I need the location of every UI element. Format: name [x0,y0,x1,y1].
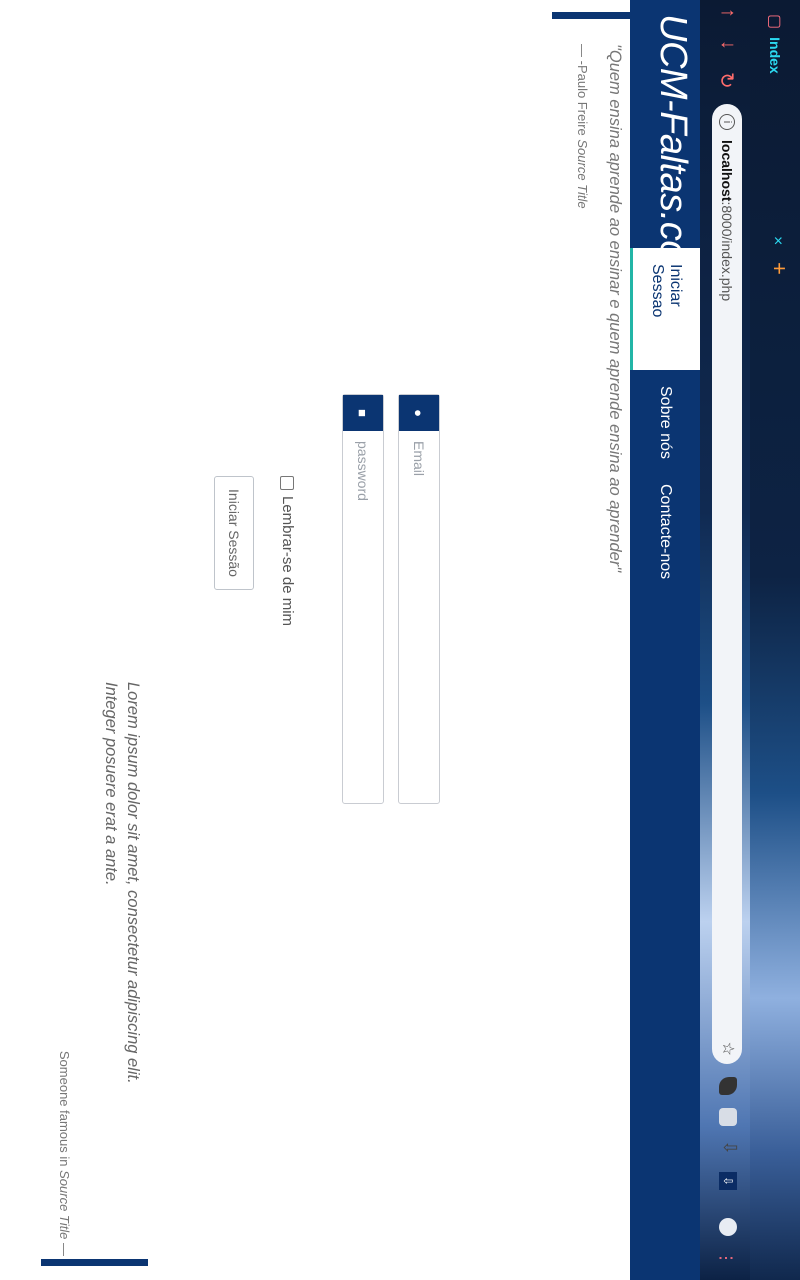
remember-label: Lembrar-se de mim [279,496,296,627]
extension-arrow-icon[interactable]: ⇩ [720,1140,740,1158]
user-icon: ● [399,395,439,431]
password-input[interactable] [343,431,383,821]
browser-menu-icon[interactable]: ⋮ [716,1250,736,1267]
browser-toolbar: ↑ ↓ ↻ i localhost:8000/index.php ☆ ⇩ ⇩ ⋮ [700,0,750,1280]
quote-source: — -Paulo Freire Source Title [575,44,590,209]
remember-me[interactable]: Lembrar-se de mim [279,476,296,626]
nav-link-contact[interactable]: Contacte-nos [630,468,700,595]
url-text: localhost:8000/index.php [719,140,735,301]
quote-text: "Quem ensina aprende ao ensinar e quem a… [606,44,624,573]
site-info-icon[interactable]: i [719,114,735,130]
quote-source-title-2: Source Title [57,1170,72,1240]
url-path: :8000/index.php [719,201,735,302]
quote-source-title: Source Title [575,139,590,209]
bookmark-star-icon[interactable]: ☆ [718,1042,738,1056]
profile-avatar-icon[interactable] [719,1218,737,1236]
password-field: ■ [342,394,384,821]
reload-icon[interactable]: ↻ [714,72,739,89]
quote-source-2: Someone famous in Source Title — [57,1034,72,1256]
address-bar[interactable]: i localhost:8000/index.php ☆ [712,104,742,1064]
nav-link-login[interactable]: Iniciar Sessao [630,248,700,370]
quote-author: — -Paulo Freire [575,44,590,136]
browser-tab-bar: ▢ Index × + [750,0,800,1280]
forward-arrow-icon[interactable]: ↓ [716,40,739,50]
email-input[interactable] [399,431,439,821]
back-arrow-icon[interactable]: ↑ [716,8,739,18]
new-tab-button[interactable]: + [767,262,792,275]
nav-link-about[interactable]: Sobre nós [630,370,700,475]
quote-text-2: Lorem ipsum dolor sit amet, consectetur … [102,682,142,1084]
screen: ▢ Index × + ↑ ↓ ↻ i localhost:8000/index… [0,0,800,1280]
login-button[interactable]: Iniciar Sessão [214,476,254,590]
extension-shield-icon[interactable] [719,1108,737,1126]
browser-tab[interactable]: ▢ Index × [754,14,796,264]
site-navbar: UCM-Faltas.com Iniciar Sessao Sobre nós … [630,0,700,1280]
tab-page-icon: ▢ [766,14,783,30]
extension-download-icon[interactable]: ⇩ [719,1172,737,1190]
remember-checkbox[interactable] [280,476,295,490]
accent-bar-top [552,12,637,19]
lock-icon: ■ [343,395,383,431]
url-host: localhost [719,140,735,202]
quote-author-2: Someone famous in [57,1050,72,1167]
extension-tag-icon[interactable] [719,1077,737,1095]
close-tab-icon[interactable]: × [768,236,786,245]
accent-bar-bottom [41,1259,148,1266]
tab-title: Index [767,37,783,74]
quote-source-dash: — [57,1239,72,1256]
email-field: ● [398,394,440,821]
